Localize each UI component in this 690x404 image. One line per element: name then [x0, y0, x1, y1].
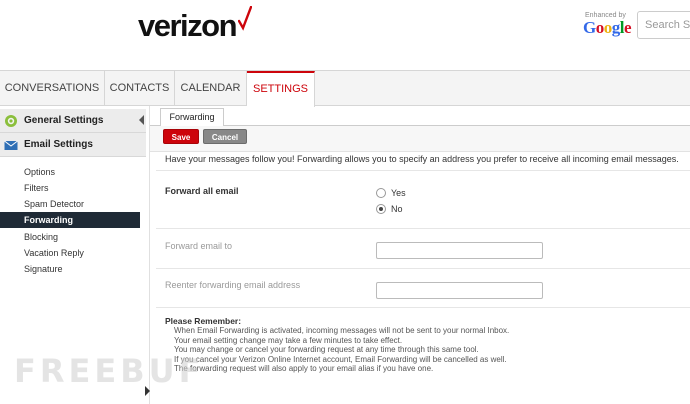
- divider: [156, 170, 690, 171]
- sidebar-item-spam-detector[interactable]: Spam Detector: [0, 196, 140, 212]
- search-input[interactable]: Search Site: [637, 11, 690, 39]
- forward-all-label: Forward all email: [165, 186, 239, 196]
- email-settings-label: Email Settings: [24, 139, 93, 150]
- forwarding-description: Have your messages follow you! Forwardin…: [165, 154, 679, 164]
- radio-yes-button[interactable]: [376, 188, 386, 198]
- reenter-email-input[interactable]: [376, 282, 543, 299]
- remember-line: Your email setting change may take a few…: [174, 335, 403, 345]
- remember-line: You may change or cancel your forwarding…: [174, 345, 479, 355]
- collapse-sidebar-icon[interactable]: [139, 115, 144, 125]
- sidebar-item-filters[interactable]: Filters: [0, 180, 140, 196]
- header: verizon Enhanced by Google Search Site: [0, 0, 690, 70]
- gear-icon: [5, 115, 17, 127]
- tab-forwarding[interactable]: Forwarding: [160, 108, 224, 126]
- google-letter: g: [611, 18, 621, 37]
- verizon-logo[interactable]: verizon: [138, 8, 238, 44]
- tab-contacts[interactable]: CONTACTS: [105, 71, 175, 106]
- radio-no-button[interactable]: [376, 204, 386, 214]
- google-letter: o: [603, 18, 613, 37]
- reenter-email-label: Reenter forwarding email address: [165, 280, 301, 290]
- google-logo: Google: [583, 18, 632, 37]
- tab-settings[interactable]: SETTINGS: [247, 71, 315, 107]
- divider: [156, 268, 690, 269]
- remember-line: When Email Forwarding is activated, inco…: [174, 326, 510, 336]
- remember-line: The forwarding request will also apply t…: [174, 364, 434, 374]
- verizon-check-icon: [238, 6, 252, 31]
- action-toolbar: Save Cancel: [150, 126, 690, 152]
- divider: [156, 307, 690, 308]
- general-settings-label: General Settings: [24, 115, 104, 126]
- sidebar-item-options[interactable]: Options: [0, 164, 140, 180]
- google-letter: G: [583, 18, 596, 37]
- envelope-icon: [4, 140, 18, 150]
- general-settings-header[interactable]: General Settings: [0, 109, 146, 133]
- main-tab-bar: CONVERSATIONS CONTACTS CALENDAR SETTINGS: [0, 70, 690, 107]
- forward-email-input[interactable]: [376, 242, 543, 259]
- google-branding: Enhanced by Google: [583, 12, 632, 37]
- remember-line: If you cancel your Verizon Online Intern…: [174, 354, 507, 364]
- google-letter: o: [595, 18, 605, 37]
- watermark: FREEBUF: [14, 352, 205, 390]
- radio-yes-label: Yes: [391, 188, 406, 198]
- tab-calendar[interactable]: CALENDAR: [175, 71, 247, 106]
- sidebar-item-blocking[interactable]: Blocking: [0, 229, 140, 245]
- forward-to-label: Forward email to: [165, 241, 233, 251]
- sidebar-item-vacation-reply[interactable]: Vacation Reply: [0, 245, 140, 261]
- email-settings-header[interactable]: Email Settings: [0, 133, 146, 157]
- divider: [156, 228, 690, 229]
- please-remember-notes: Please Remember: When Email Forwarding i…: [165, 316, 685, 374]
- google-letter: e: [623, 18, 632, 37]
- sidebar-item-signature[interactable]: Signature: [0, 261, 140, 277]
- save-button[interactable]: Save: [163, 129, 199, 144]
- sidebar-item-forwarding[interactable]: Forwarding: [0, 212, 140, 228]
- cancel-button[interactable]: Cancel: [203, 129, 247, 144]
- remember-title: Please Remember:: [165, 316, 242, 326]
- tab-conversations[interactable]: CONVERSATIONS: [0, 71, 105, 106]
- forwarding-panel: Forwarding Save Cancel Have your message…: [150, 106, 690, 404]
- radio-no-label: No: [391, 204, 403, 214]
